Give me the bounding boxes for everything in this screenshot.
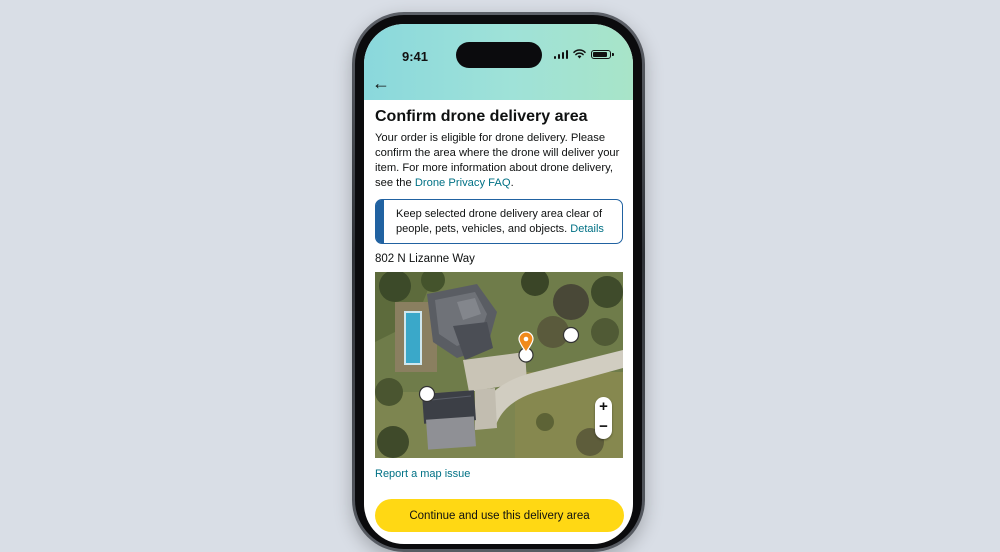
phone-frame: 9:41 ← Confirm drone delivery area Your … <box>352 12 645 552</box>
map-imagery <box>375 272 623 458</box>
drone-privacy-faq-link[interactable]: Drone Privacy FAQ <box>415 177 511 189</box>
wifi-icon <box>573 49 586 59</box>
details-link[interactable]: Details <box>570 223 604 235</box>
dynamic-island <box>456 42 542 68</box>
alert-accent-bar <box>376 200 384 243</box>
signal-icon <box>553 49 568 59</box>
info-alert: Keep selected drone delivery area clear … <box>375 199 623 244</box>
back-arrow-icon[interactable]: ← <box>372 74 390 92</box>
main-content: Confirm drone delivery area Your order i… <box>375 108 623 480</box>
continue-delivery-area-button[interactable]: Continue and use this delivery area <box>375 499 624 532</box>
battery-icon <box>591 49 614 59</box>
status-time: 9:41 <box>402 49 429 64</box>
zoom-out-button[interactable]: − <box>599 417 608 437</box>
page-title: Confirm drone delivery area <box>375 108 588 125</box>
delivery-address: 802 N Lizanne Way <box>375 253 475 265</box>
description-end: . <box>510 177 514 189</box>
report-map-issue-link[interactable]: Report a map issue <box>375 468 623 480</box>
selected-location-pin-icon[interactable] <box>518 331 534 353</box>
status-icons <box>553 49 614 59</box>
app-header: 9:41 ← <box>364 24 633 100</box>
phone-screen: 9:41 ← Confirm drone delivery area Your … <box>364 24 633 544</box>
satellite-map[interactable]: + − <box>375 272 623 458</box>
page-description: Your order is eligible for drone deliver… <box>375 131 623 191</box>
zoom-in-button[interactable]: + <box>599 397 608 417</box>
zoom-controls: + − <box>595 397 612 439</box>
